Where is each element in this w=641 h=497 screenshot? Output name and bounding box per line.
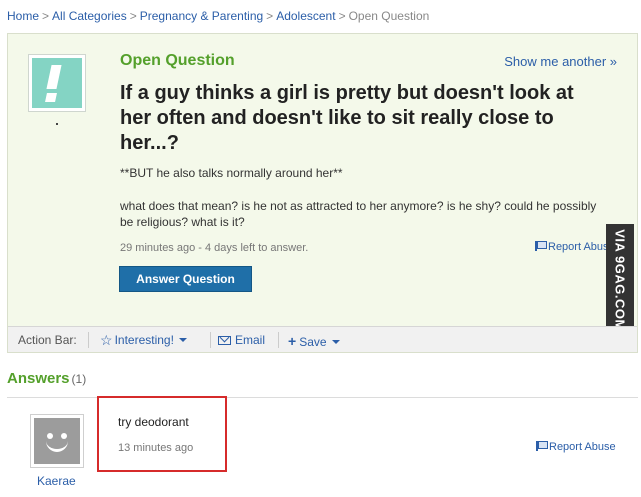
breadcrumb-home[interactable]: Home [7,9,39,23]
watermark: VIA 9GAG.COM [606,224,634,336]
breadcrumb: Home > All Categories > Pregnancy & Parentin… [7,9,429,23]
answer-question-button[interactable]: Answer Question [119,266,252,292]
answers-heading-label: Answers [7,370,70,387]
asker-avatar[interactable] [28,54,86,112]
chevron-down-icon [178,338,187,342]
flag-icon [535,241,547,251]
email-button[interactable]: Email [218,333,265,347]
report-abuse-label: Report Abuse [548,241,615,253]
breadcrumb-current: Open Question [348,9,430,23]
save-label: Save [299,335,327,349]
smiley-avatar-icon [34,418,80,464]
answers-count: (1) [71,372,87,386]
action-bar-label: Action Bar: [18,333,77,347]
interesting-button[interactable]: ☆ Interesting! [100,333,187,347]
report-abuse-label: Report Abuse [549,441,616,453]
breadcrumb-separator: > [338,9,346,23]
email-label: Email [235,333,266,347]
save-button[interactable]: + Save [288,333,340,349]
breadcrumb-adolescent[interactable]: Adolescent [276,9,335,23]
report-abuse-question-link[interactable]: Report Abuse [535,241,615,253]
flag-icon [536,441,548,451]
breadcrumb-separator: > [42,9,50,23]
red-highlight-box [97,396,227,472]
action-bar: Action Bar: ☆ Interesting! Email + Save [8,326,637,352]
breadcrumb-pregnancy-parenting[interactable]: Pregnancy & Parenting [140,9,263,23]
report-abuse-answer-link[interactable]: Report Abuse [536,441,616,453]
breadcrumb-separator: > [129,9,137,23]
exclamation-avatar-icon [32,58,82,108]
interesting-label: Interesting! [114,333,174,347]
breadcrumb-all-categories[interactable]: All Categories [52,9,127,23]
question-detail-line2: what does that mean? is he not as attrac… [120,199,597,229]
breadcrumb-separator: > [266,9,274,23]
question-meta: 29 minutes ago - 4 days left to answer. [120,242,309,254]
envelope-icon [218,336,231,345]
asker-name-placeholder [56,123,58,125]
plus-icon: + [288,333,297,349]
watermark-text: VIA 9GAG.COM [612,229,628,331]
show-another-link[interactable]: Show me another » [504,54,617,69]
divider [210,332,211,348]
divider [278,332,279,348]
answerer-avatar[interactable] [30,414,84,468]
divider [88,332,89,348]
answer-time: 13 minutes ago [118,442,194,454]
question-title: If a guy thinks a girl is pretty but doe… [120,82,574,154]
star-icon: ☆ [100,332,113,348]
question-panel: Open Question Show me another » If a guy… [7,33,638,353]
question-body: Open Question Show me another » If a guy… [8,34,637,336]
question-detail-line1: **BUT he also talks normally around her*… [120,166,343,180]
answers-heading: Answers (1) [7,370,86,387]
chevron-down-icon [331,340,340,344]
question-status: Open Question [120,52,235,69]
answer-text: try deodorant [118,415,189,429]
answerer-name-link[interactable]: Kaerae [37,474,76,488]
